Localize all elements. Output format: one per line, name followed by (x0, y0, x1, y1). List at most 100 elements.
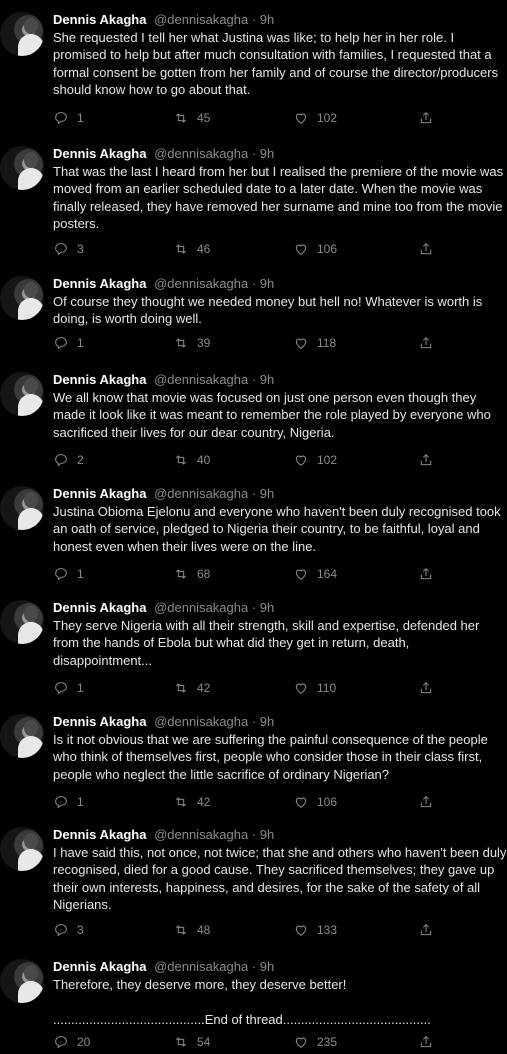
retweet-button[interactable]: 48 (173, 922, 210, 938)
retweet-button[interactable]: 40 (173, 452, 210, 468)
avatar[interactable] (0, 959, 44, 1003)
reply-icon (55, 1036, 67, 1049)
tweet-header: Dennis Akagha @dennisakagha · 9h (53, 600, 274, 616)
like-button[interactable]: 118 (293, 335, 336, 351)
tweet-header: Dennis Akagha @dennisakagha · 9h (53, 146, 274, 162)
share-button[interactable] (418, 566, 434, 582)
tweet-header: Dennis Akagha @dennisakagha · 9h (53, 372, 274, 388)
like-count: 102 (317, 111, 338, 125)
retweet-button[interactable]: 42 (173, 794, 210, 810)
reply-icon (55, 337, 67, 350)
reply-count: 1 (77, 795, 84, 809)
share-icon (420, 795, 432, 808)
author-handle: @dennisakagha · 9h (154, 486, 275, 501)
like-count: 106 (317, 242, 338, 256)
reply-button[interactable]: 2 (53, 452, 84, 468)
heart-icon (295, 569, 307, 580)
share-icon (420, 681, 432, 694)
like-count: 235 (317, 1035, 338, 1049)
share-button[interactable] (418, 241, 434, 257)
tweet-time[interactable]: 9h (260, 146, 274, 161)
reply-button[interactable]: 3 (53, 922, 84, 938)
retweet-count: 46 (197, 242, 211, 256)
tweet-text: That was the last I heard from her but I… (53, 164, 507, 232)
author-name[interactable]: Dennis Akagha (53, 486, 146, 501)
avatar[interactable] (0, 827, 44, 871)
retweet-icon (175, 569, 187, 579)
like-button[interactable]: 106 (293, 241, 337, 257)
avatar[interactable] (0, 486, 44, 530)
author-name[interactable]: Dennis Akagha (53, 600, 146, 615)
reply-button[interactable]: 1 (53, 335, 84, 351)
author-handle: @dennisakagha · 9h (154, 276, 275, 291)
author-handle: @dennisakagha · 9h (154, 827, 275, 842)
like-button[interactable]: 110 (293, 680, 336, 696)
author-handle: @dennisakagha · 9h (154, 959, 275, 974)
reply-icon (55, 796, 67, 809)
tweet-time[interactable]: 9h (260, 12, 274, 27)
retweet-count: 45 (197, 111, 211, 125)
avatar[interactable] (0, 600, 44, 644)
retweet-button[interactable]: 46 (173, 241, 210, 257)
reply-button[interactable]: 1 (53, 110, 84, 126)
retweet-button[interactable]: 39 (173, 335, 210, 351)
author-name[interactable]: Dennis Akagha (53, 276, 146, 291)
reply-button[interactable]: 3 (53, 241, 84, 257)
tweet-text: They serve Nigeria with all their streng… (53, 618, 483, 668)
retweet-icon (175, 244, 187, 254)
tweet-time[interactable]: 9h (260, 714, 274, 729)
author-name[interactable]: Dennis Akagha (53, 146, 146, 161)
retweet-button[interactable]: 54 (173, 1034, 210, 1050)
heart-icon (295, 338, 307, 349)
like-button[interactable]: 106 (293, 794, 337, 810)
retweet-button[interactable]: 42 (173, 680, 210, 696)
author-name[interactable]: Dennis Akagha (53, 714, 146, 729)
tweet-time[interactable]: 9h (260, 959, 274, 974)
tweet-time[interactable]: 9h (260, 372, 274, 387)
retweet-icon (175, 338, 187, 348)
author-name[interactable]: Dennis Akagha (53, 959, 146, 974)
tweet-header: Dennis Akagha @dennisakagha · 9h (53, 959, 274, 975)
reply-icon (55, 243, 67, 256)
like-button[interactable]: 235 (293, 1034, 337, 1050)
author-name[interactable]: Dennis Akagha (53, 827, 146, 842)
heart-icon (295, 244, 307, 255)
tweet-text: Is it not obvious that we are suffering … (53, 732, 492, 782)
share-button[interactable] (418, 452, 434, 468)
share-button[interactable] (418, 110, 434, 126)
share-button[interactable] (418, 1034, 434, 1050)
reply-button[interactable]: 1 (53, 680, 84, 696)
like-button[interactable]: 102 (293, 452, 337, 468)
share-button[interactable] (418, 680, 434, 696)
share-icon (420, 336, 432, 349)
avatar[interactable] (0, 276, 44, 320)
reply-count: 1 (77, 111, 84, 125)
tweet-time[interactable]: 9h (260, 827, 274, 842)
retweet-icon (175, 683, 187, 693)
retweet-count: 39 (197, 336, 211, 350)
author-name[interactable]: Dennis Akagha (53, 12, 146, 27)
share-button[interactable] (418, 335, 434, 351)
reply-button[interactable]: 20 (53, 1034, 90, 1050)
reply-count: 3 (77, 242, 84, 256)
tweet-time[interactable]: 9h (260, 276, 274, 291)
like-count: 164 (317, 567, 338, 581)
avatar[interactable] (0, 12, 44, 56)
retweet-button[interactable]: 45 (173, 110, 210, 126)
retweet-button[interactable]: 68 (173, 566, 210, 582)
reply-button[interactable]: 1 (53, 794, 84, 810)
reply-icon (55, 112, 67, 125)
share-button[interactable] (418, 794, 434, 810)
author-name[interactable]: Dennis Akagha (53, 372, 146, 387)
like-button[interactable]: 102 (293, 110, 337, 126)
avatar[interactable] (0, 146, 44, 190)
avatar[interactable] (0, 372, 44, 416)
avatar[interactable] (0, 714, 44, 758)
tweet-time[interactable]: 9h (260, 600, 274, 615)
like-button[interactable]: 164 (293, 566, 337, 582)
share-icon (420, 453, 432, 466)
like-button[interactable]: 133 (293, 922, 337, 938)
tweet-time[interactable]: 9h (260, 486, 274, 501)
share-button[interactable] (418, 922, 434, 938)
reply-button[interactable]: 1 (53, 566, 84, 582)
